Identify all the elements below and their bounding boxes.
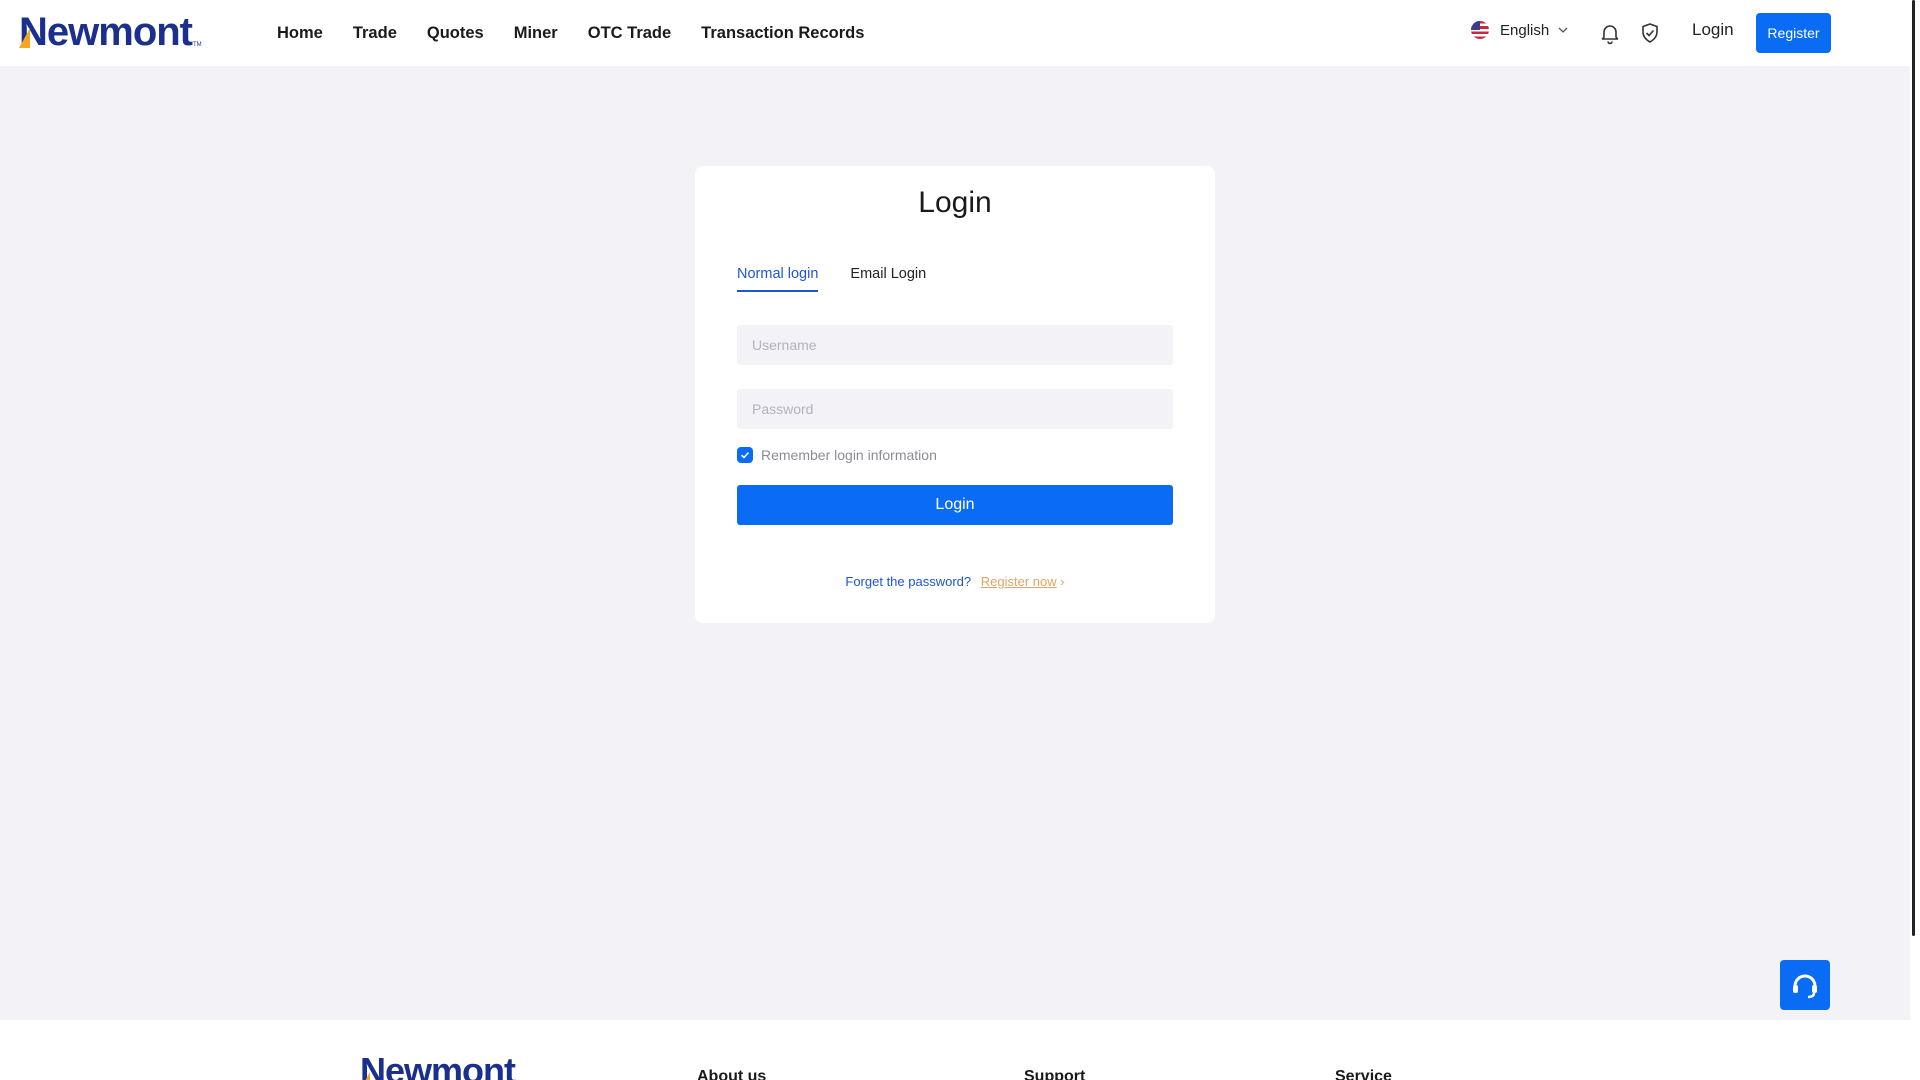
- top-header: Newmont TM Home Trade Quotes Miner OTC T…: [0, 0, 1910, 66]
- password-input[interactable]: [737, 389, 1173, 429]
- nav-miner[interactable]: Miner: [514, 24, 558, 43]
- chevron-right-icon: ›: [1060, 574, 1065, 589]
- headset-icon: [1793, 974, 1817, 999]
- page-footer: Newmont About us Support Service: [0, 1020, 1910, 1080]
- customer-support-button[interactable]: [1780, 960, 1830, 1010]
- tab-normal-login[interactable]: Normal login: [737, 266, 819, 292]
- login-card: Login Normal login Email Login Remember …: [695, 166, 1215, 623]
- remember-login-row[interactable]: Remember login information: [737, 447, 937, 463]
- language-selector[interactable]: English: [1471, 21, 1568, 39]
- nav-transaction-records[interactable]: Transaction Records: [701, 24, 864, 43]
- login-tabs: Normal login Email Login: [737, 266, 958, 292]
- header-login-link[interactable]: Login: [1692, 20, 1734, 40]
- tab-email-login[interactable]: Email Login: [850, 266, 926, 292]
- us-flag-icon: [1471, 21, 1489, 39]
- brand-logo-text: Newmont: [19, 10, 193, 54]
- main-nav: Home Trade Quotes Miner OTC Trade Transa…: [277, 0, 894, 66]
- check-icon: [740, 451, 750, 459]
- login-title: Login: [918, 186, 992, 219]
- page-scrollbar-thumb[interactable]: [1912, 0, 1915, 936]
- remember-label: Remember login information: [761, 447, 937, 463]
- login-submit-button[interactable]: Login: [737, 485, 1173, 525]
- header-register-button[interactable]: Register: [1756, 13, 1831, 53]
- nav-otc-trade[interactable]: OTC Trade: [588, 24, 671, 43]
- brand-logo[interactable]: Newmont TM: [19, 10, 202, 54]
- brand-logo-tm: TM: [193, 42, 202, 48]
- shield-check-icon[interactable]: [1638, 21, 1662, 45]
- remember-checkbox[interactable]: [737, 447, 753, 463]
- footer-logo-mark: [360, 1072, 370, 1080]
- register-now-link[interactable]: Register now: [981, 574, 1057, 589]
- login-links: Forget the password? Register now ›: [695, 574, 1215, 589]
- nav-quotes[interactable]: Quotes: [427, 24, 484, 43]
- footer-heading-support: Support: [1024, 1068, 1086, 1080]
- nav-home[interactable]: Home: [277, 24, 323, 43]
- nav-trade[interactable]: Trade: [353, 24, 397, 43]
- username-input[interactable]: [737, 325, 1173, 365]
- brand-logo-mark: [19, 28, 30, 48]
- footer-logo[interactable]: Newmont: [360, 1050, 516, 1080]
- footer-heading-about: About us: [697, 1068, 767, 1080]
- chevron-down-icon: [1558, 27, 1568, 33]
- footer-heading-service: Service: [1335, 1068, 1392, 1080]
- forgot-password-link[interactable]: Forget the password?: [845, 574, 971, 589]
- language-label: English: [1500, 21, 1550, 39]
- bell-icon[interactable]: [1598, 21, 1622, 45]
